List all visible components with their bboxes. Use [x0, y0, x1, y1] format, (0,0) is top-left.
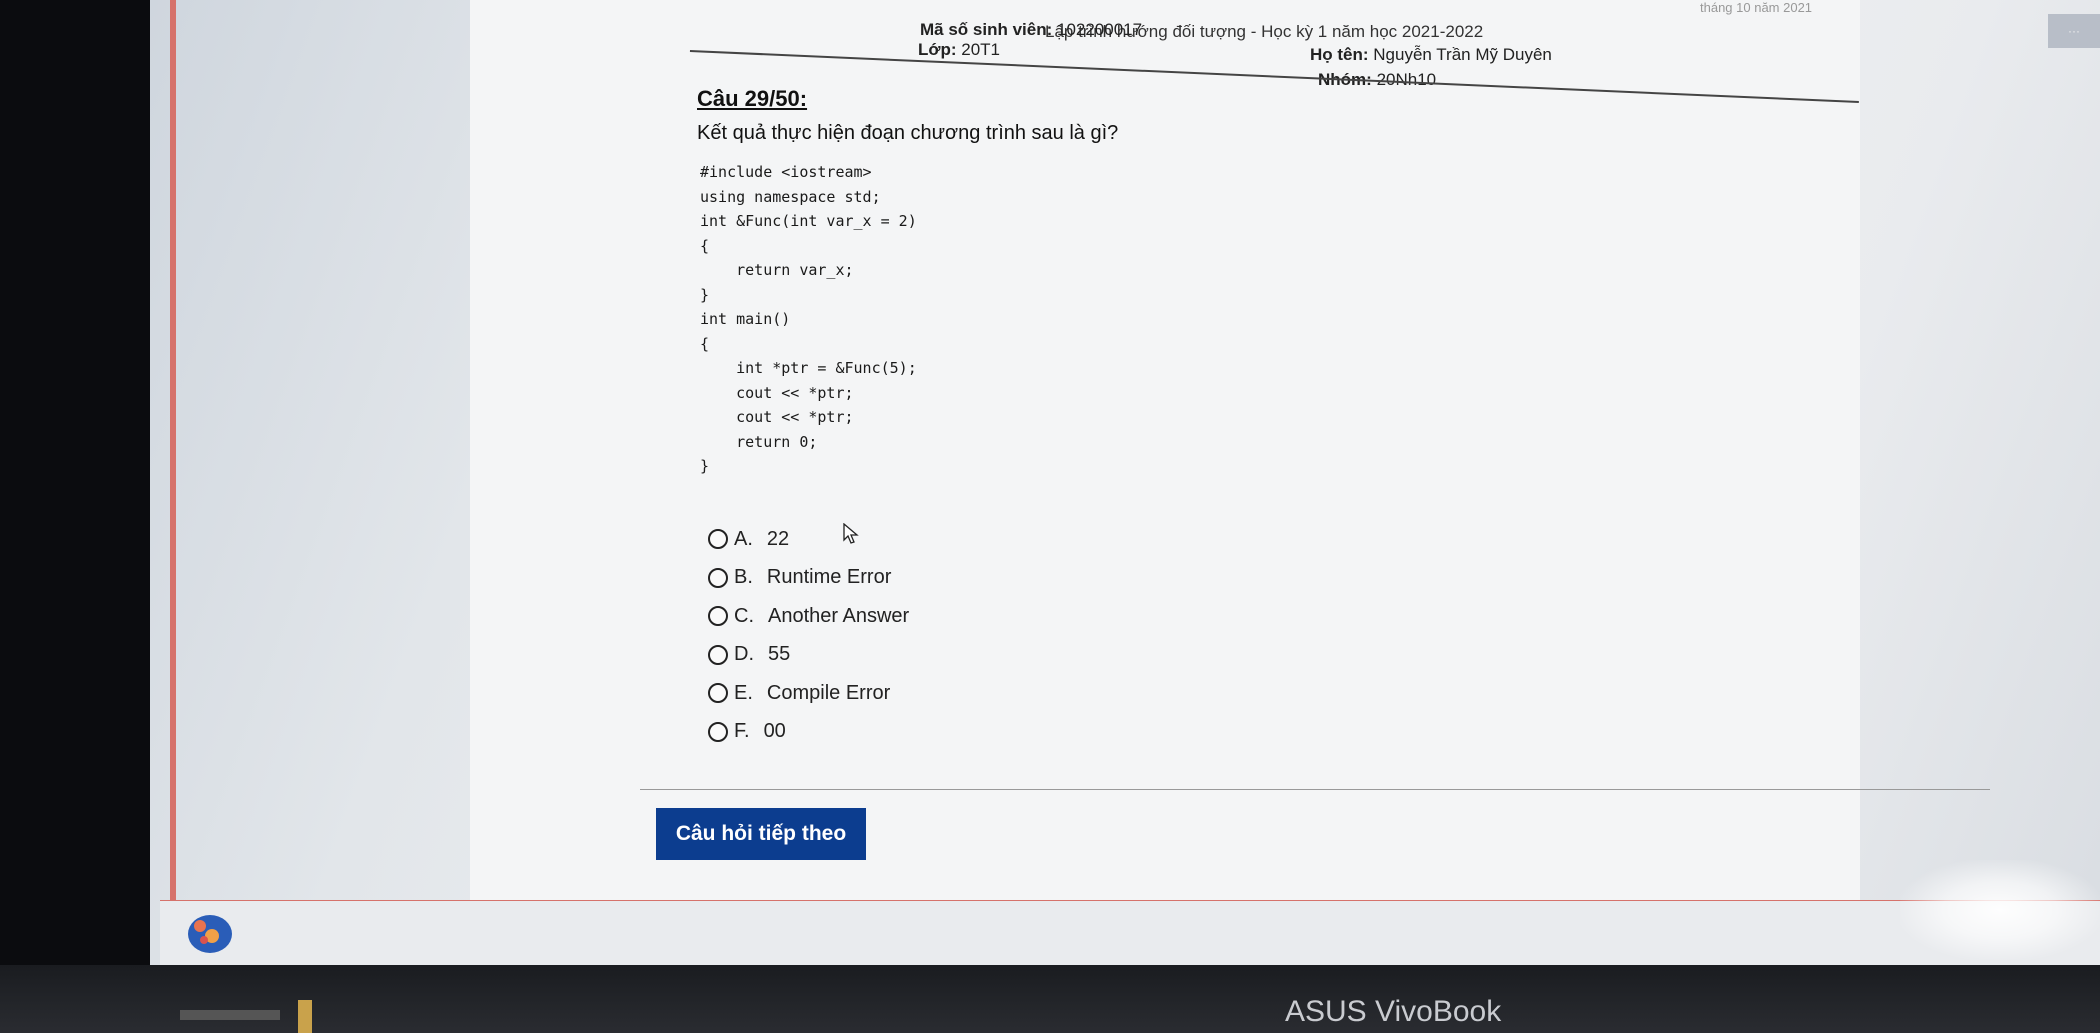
exam-content-area — [470, 0, 1860, 900]
option-letter: A. — [734, 527, 753, 550]
code-block: #include <iostream> using namespace std; i… — [700, 160, 917, 479]
code-line: } — [700, 285, 710, 304]
answer-options: A. 22 B. Runtime Error C. Another Answer… — [708, 520, 909, 751]
class-info: Lớp: 20T1 — [918, 40, 1000, 60]
student-id-label: Mã số sinh viên: — [920, 20, 1053, 39]
radio-c[interactable] — [708, 606, 728, 627]
bezel-sticker — [180, 1010, 280, 1020]
app-icon[interactable] — [182, 910, 234, 956]
student-id: Mã số sinh viên: 102200017 — [920, 20, 1142, 40]
student-name: Họ tên: Nguyễn Trần Mỹ Duyên — [1310, 45, 1552, 65]
name-value: Nguyễn Trần Mỹ Duyên — [1373, 45, 1552, 64]
options-divider — [640, 789, 1990, 790]
code-line: } — [700, 457, 710, 475]
option-text: 55 — [768, 643, 791, 666]
mouse-cursor-icon — [843, 523, 859, 544]
option-b[interactable]: B. Runtime Error — [708, 559, 909, 598]
option-c[interactable]: C. Another Answer — [708, 597, 909, 636]
code-line: int main() — [700, 310, 791, 328]
option-text: 00 — [763, 720, 786, 743]
option-text: Runtime Error — [766, 566, 892, 589]
taskbar — [160, 900, 2100, 966]
option-text: Compile Error — [766, 681, 891, 704]
code-line: cout << *ptr; — [700, 383, 854, 402]
radio-a[interactable] — [708, 529, 728, 550]
code-line: { — [700, 236, 710, 255]
screen-glare — [1900, 860, 2100, 960]
radio-f[interactable] — [708, 721, 728, 742]
option-letter: C. — [734, 604, 754, 627]
laptop-brand: ASUS VivoBook — [1285, 995, 1502, 1028]
code-line: int &Func(int var_x = 2) — [700, 212, 917, 230]
code-line: using namespace std; — [700, 187, 881, 206]
radio-d[interactable] — [708, 644, 728, 665]
option-letter: F. — [734, 720, 750, 743]
option-letter: B. — [734, 566, 753, 589]
option-a[interactable]: A. 22 — [708, 520, 909, 559]
option-text: Another Answer — [768, 604, 910, 627]
student-id-value: 102200017 — [1056, 20, 1143, 39]
radio-b[interactable] — [708, 567, 728, 588]
class-value: 20T1 — [961, 40, 1000, 59]
code-line: { — [700, 334, 710, 353]
option-text: 22 — [766, 527, 790, 550]
code-line: int *ptr = &Func(5); — [700, 359, 917, 377]
option-f[interactable]: F. 00 — [708, 713, 909, 752]
code-line: return 0; — [700, 432, 818, 451]
date-caption: tháng 10 năm 2021 — [1700, 0, 1813, 15]
option-letter: D. — [734, 643, 754, 666]
name-label: Họ tên: — [1310, 45, 1369, 64]
next-question-button[interactable]: Câu hỏi tiếp theo — [656, 808, 866, 860]
radio-e[interactable] — [708, 683, 728, 704]
code-line: #include <iostream> — [700, 163, 872, 181]
corner-button[interactable]: ··· — [2048, 14, 2100, 48]
page-edge — [170, 0, 176, 905]
option-e[interactable]: E. Compile Error — [708, 674, 909, 713]
bezel-sticker — [298, 1000, 312, 1033]
laptop-bezel — [0, 965, 2100, 1033]
class-label: Lớp: — [918, 40, 957, 59]
question-number: Câu 29/50: — [697, 86, 808, 111]
code-line: cout << *ptr; — [700, 408, 854, 426]
option-d[interactable]: D. 55 — [708, 636, 909, 675]
code-line: return var_x; — [700, 261, 854, 279]
question-text: Kết quả thực hiện đoạn chương trình sau … — [697, 122, 1119, 144]
option-letter: E. — [734, 681, 753, 704]
